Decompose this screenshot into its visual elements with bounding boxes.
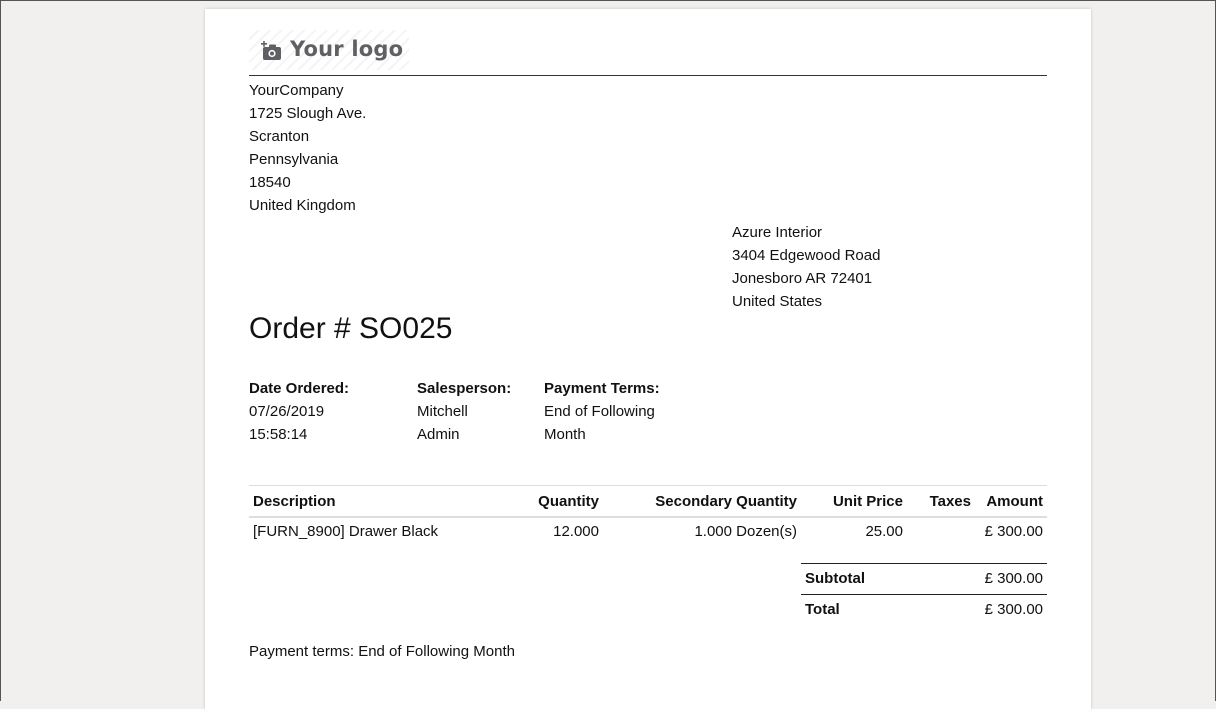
table-row: [FURN_8900] Drawer Black 12.000 1.000 Do… [249,517,1047,545]
payment-terms-line-1: End of Following [544,403,655,420]
subtotal-label: Subtotal [801,563,926,595]
company-city: Scranton [249,128,310,145]
date-ordered-time: 15:58:14 [249,426,308,443]
date-ordered-date: 07/26/2019 [249,403,325,420]
total-value: £ 300.00 [925,594,1047,625]
info-salesperson: Salesperson: Mitchell Admin [417,377,527,446]
line-quantity: 12.000 [553,523,599,540]
payment-terms-note: Payment terms: End of Following Month [249,643,515,660]
info-payment-terms: Payment Terms: End of Following Month [544,377,674,446]
company-address: YourCompany 1725 Slough Ave. Scranton Pe… [249,79,366,217]
header-divider [249,75,1047,76]
table-header-row: Description Quantity Secondary Quantity … [249,485,1047,518]
line-amount: £ 300.00 [984,523,1043,540]
customer-country: United States [732,293,823,310]
header-quantity: Quantity [497,485,603,518]
customer-city-line: Jonesboro AR 72401 [732,270,873,287]
salesperson-label: Salesperson: [417,380,512,397]
company-zip: 18540 [249,174,291,191]
totals-table: Subtotal £ 300.00 Total £ 300.00 [801,563,1047,625]
line-description: [FURN_8900] Drawer Black [253,523,439,540]
header-unit-price: Unit Price [801,485,907,518]
customer-street: 3404 Edgewood Road [732,247,881,264]
customer-name: Azure Interior [732,224,823,241]
date-ordered-label: Date Ordered: [249,380,350,397]
payment-terms-line-2: Month [544,426,586,443]
header-taxes: Taxes [907,485,975,518]
header-description: Description [249,485,497,518]
line-taxes [907,517,975,545]
subtotal-value: £ 300.00 [925,563,1047,595]
customer-address: Azure Interior 3404 Edgewood Road Jonesb… [732,221,880,313]
order-title: Order # SO025 [249,312,453,345]
company-logo: Your logo [249,30,409,70]
company-country: United Kingdom [249,197,356,214]
line-unit-price: 25.00 [865,523,903,540]
payment-terms-label: Payment Terms: [544,380,660,397]
line-secondary-quantity: 1.000 Dozen(s) [694,523,797,540]
logo-text: Your logo [290,37,404,61]
company-state: Pennsylvania [249,151,339,168]
total-row: Total £ 300.00 [801,594,1047,625]
company-name: YourCompany [249,82,344,99]
header-amount: Amount [975,485,1047,518]
order-lines-table: Description Quantity Secondary Quantity … [249,485,1047,545]
window-border-left [0,0,1,701]
window-border-top [0,0,1216,1]
company-street: 1725 Slough Ave. [249,105,367,122]
report-page: Your logo YourCompany 1725 Slough Ave. S… [205,9,1091,709]
salesperson-last-name: Admin [417,426,460,443]
info-date-ordered: Date Ordered: 07/26/2019 15:58:14 [249,377,369,446]
subtotal-row: Subtotal £ 300.00 [801,563,1047,595]
total-label: Total [801,594,926,625]
header-secondary-quantity: Secondary Quantity [603,485,801,518]
salesperson-first-name: Mitchell [417,403,468,420]
camera-plus-icon [261,41,281,60]
